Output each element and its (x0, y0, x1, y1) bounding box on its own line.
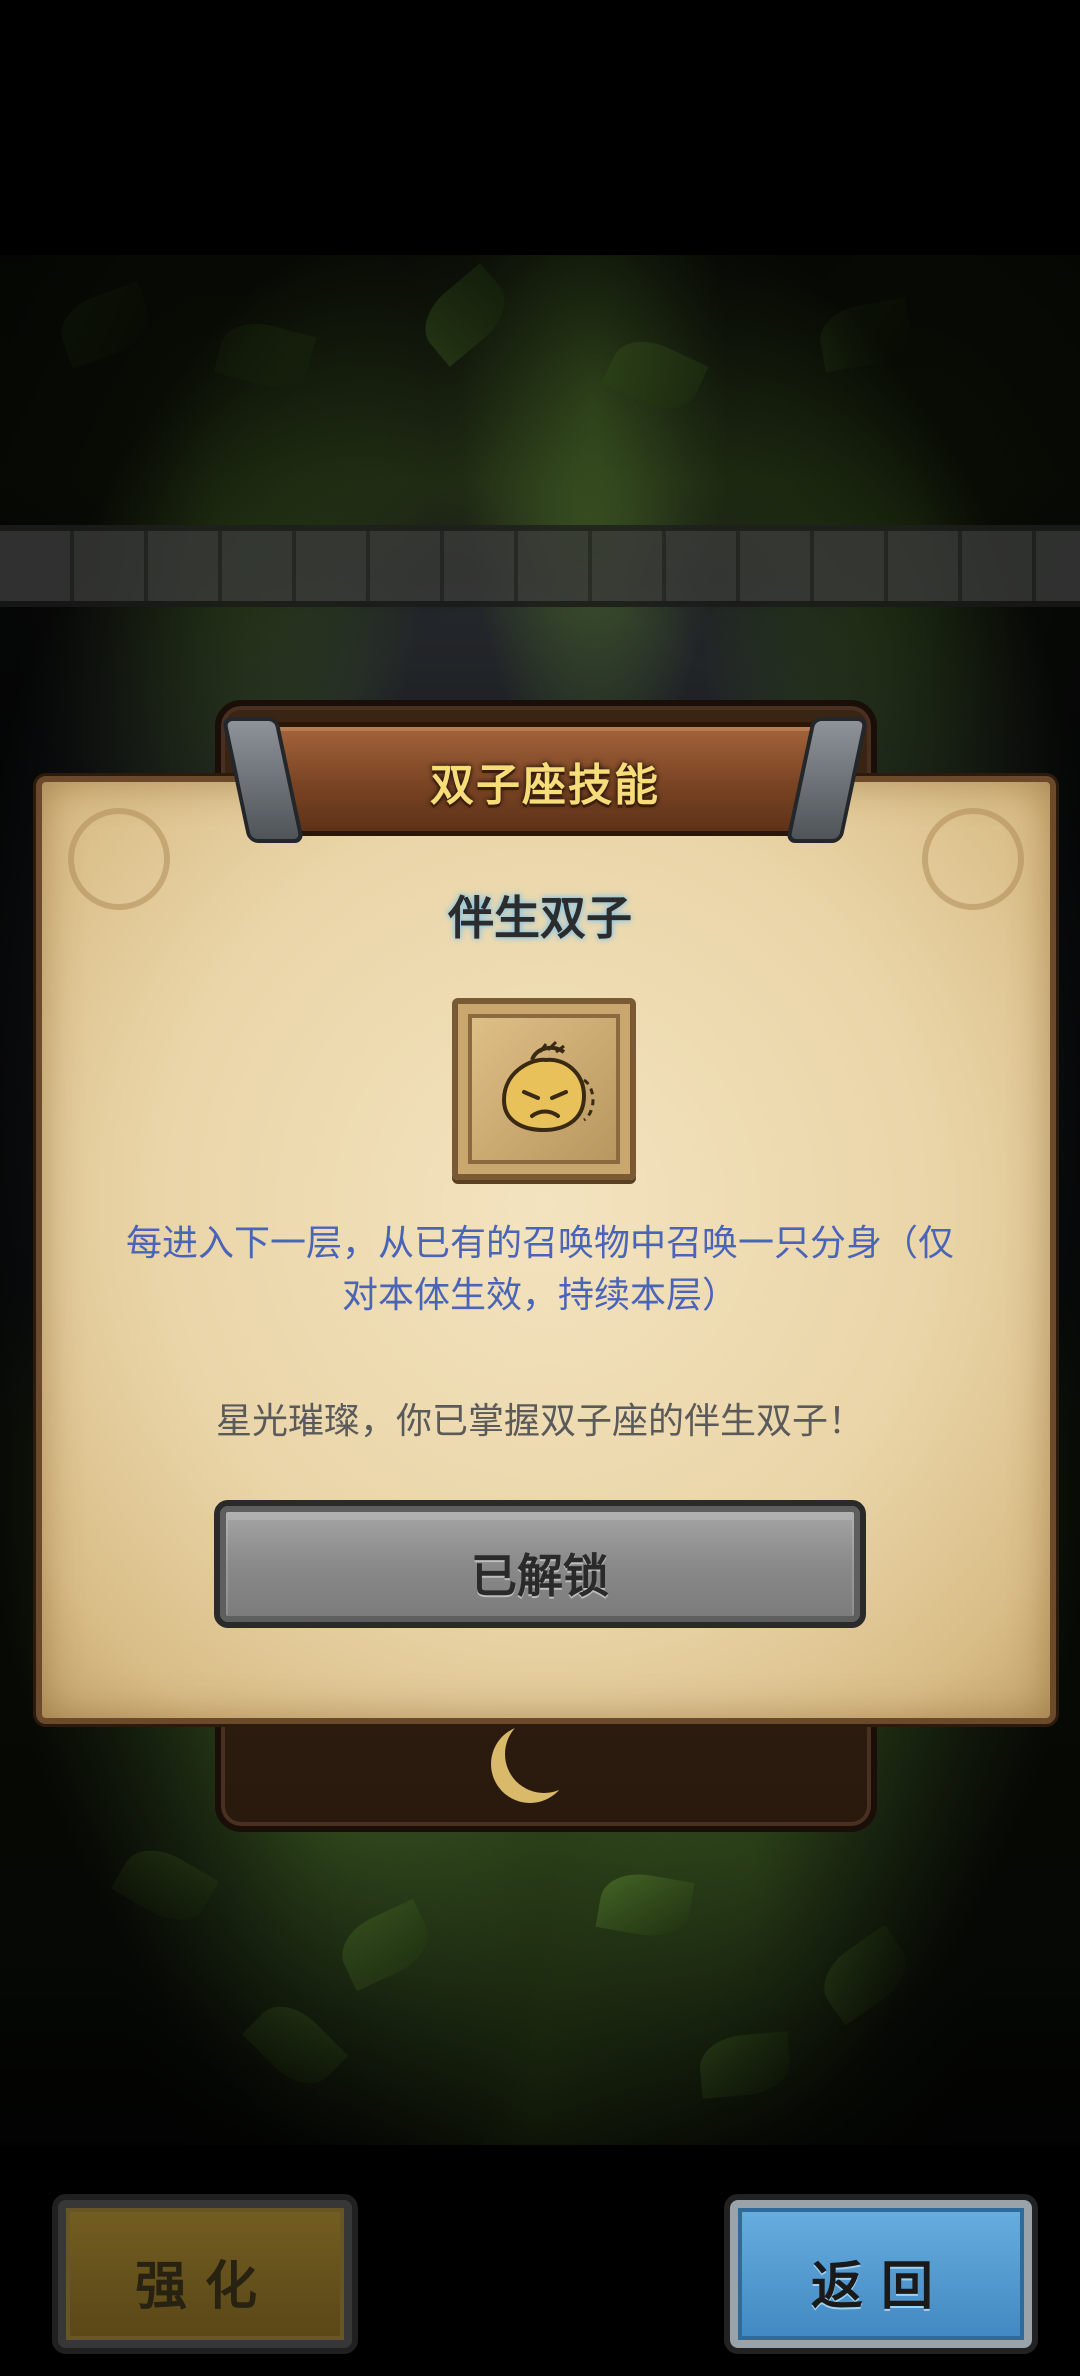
leaf-decoration (111, 1836, 219, 1934)
back-button[interactable]: 返回 (724, 2194, 1038, 2354)
leaf-decoration (411, 263, 519, 367)
enhance-button[interactable]: 强化 (52, 2194, 358, 2354)
crescent-moon-icon (505, 1715, 583, 1793)
leaf-decoration (810, 1924, 920, 2026)
leaf-decoration (52, 281, 158, 369)
skill-icon-frame (452, 998, 636, 1180)
leaf-decoration (697, 2031, 793, 2099)
enhance-label: 强化 (134, 2257, 275, 2317)
flavor-text: 星光璀璨，你已掌握双子座的伴生双子！ (215, 1401, 864, 1442)
leaf-decoration (815, 297, 915, 373)
back-label: 返回 (810, 2257, 951, 2317)
leaf-decoration (241, 1991, 349, 2099)
skill-name: 伴生双子 (448, 891, 632, 945)
leaf-decoration (601, 328, 709, 422)
leaf-decoration (595, 1867, 695, 1943)
dialog-title: 双子座技能 (430, 760, 660, 811)
skill-description: 每进入下一层，从已有的召唤物中召唤一只分身（仅对本体生效，持续本层） (125, 1223, 954, 1316)
leaf-decoration (331, 1898, 439, 1992)
leaf-decoration (213, 314, 317, 396)
angry-dumpling-icon (501, 1040, 595, 1133)
unlocked-status-button[interactable]: 已解锁 (214, 1500, 866, 1628)
unlocked-status-label: 已解锁 (471, 1549, 609, 1603)
game-screen: 双子座技能 伴生双子 每进入下一层，从已有的召唤物中召唤一只分身（仅对本体生效，… (0, 0, 1080, 2376)
stone-wall (0, 525, 1080, 607)
dialog-title-banner: 双子座技能 (221, 717, 869, 843)
